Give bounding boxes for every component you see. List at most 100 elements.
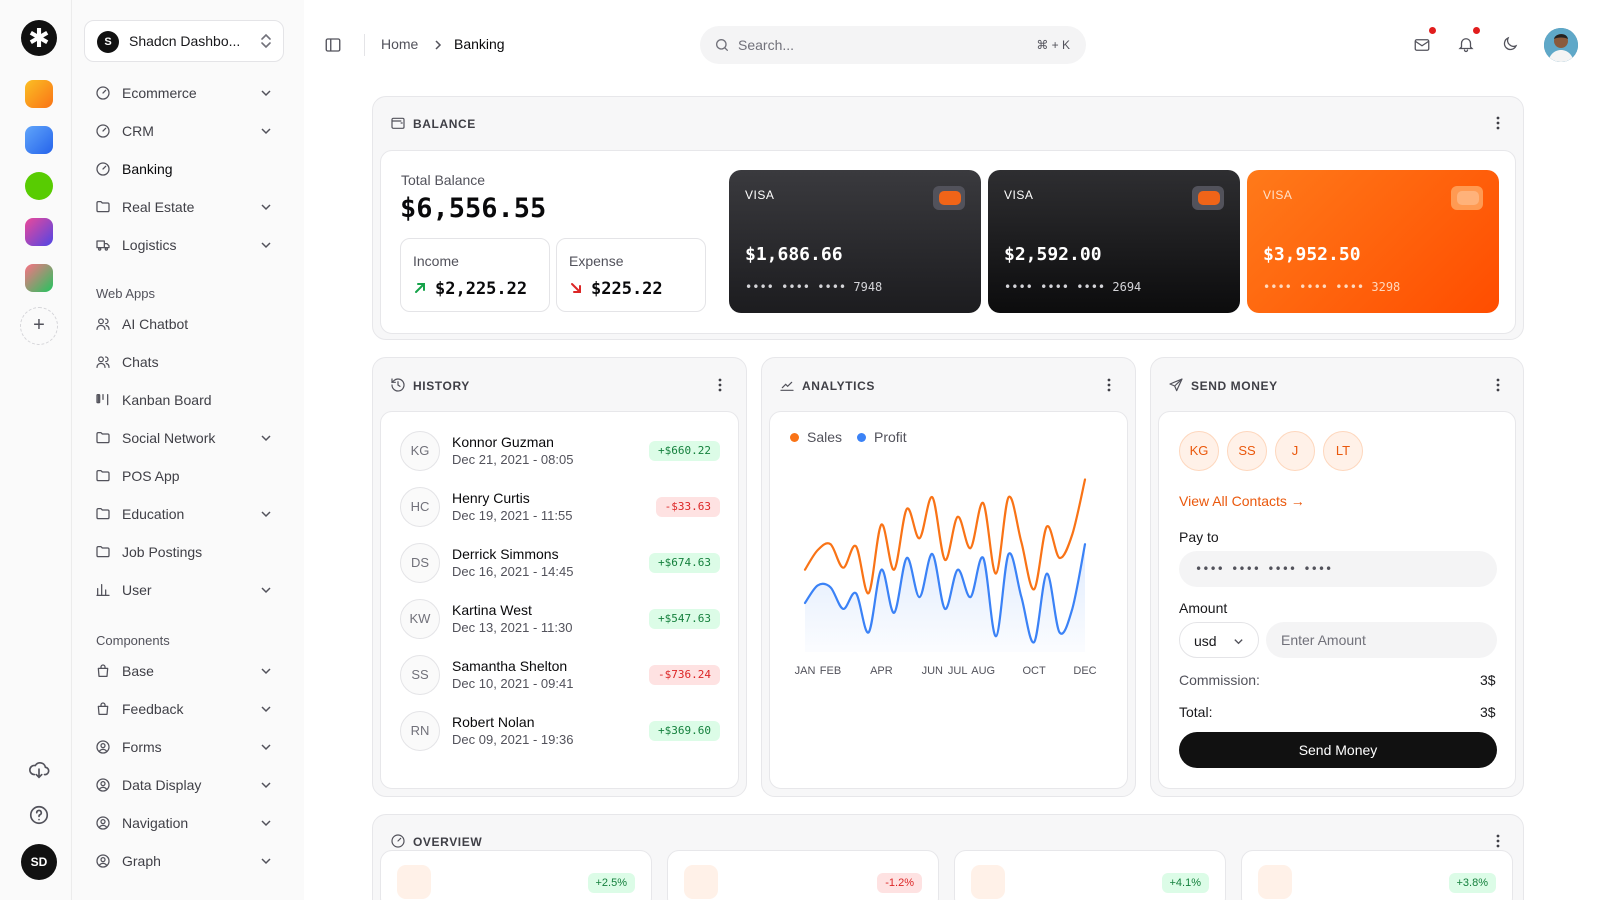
- history-row[interactable]: KW Kartina West Dec 13, 2021 - 11:30 +$547.…: [400, 599, 720, 647]
- contact-avatar-lt[interactable]: LT: [1323, 431, 1363, 471]
- sales-data-point[interactable]: [875, 519, 887, 531]
- sidebar-item-ai-chatbot[interactable]: AI Chatbot: [84, 307, 284, 341]
- sidebar-toggle-icon[interactable]: [324, 36, 342, 54]
- app-logo-icon[interactable]: ✱: [21, 20, 57, 56]
- overview-card-2[interactable]: -1.2%: [667, 850, 939, 900]
- sales-data-point[interactable]: [977, 497, 989, 509]
- add-app-button[interactable]: +: [20, 307, 58, 345]
- sidebar-item-graph[interactable]: Graph: [84, 844, 284, 878]
- profit-data-point[interactable]: [1054, 626, 1066, 638]
- search-input[interactable]: Search... ⌘ + K: [700, 26, 1086, 64]
- amount-input[interactable]: Enter Amount: [1266, 622, 1497, 658]
- view-all-contacts-link[interactable]: View All Contacts →: [1179, 493, 1305, 509]
- user-avatar[interactable]: SD: [21, 844, 57, 880]
- history-more-icon[interactable]: [712, 377, 728, 393]
- sales-data-point[interactable]: [965, 542, 977, 554]
- contact-avatar-j[interactable]: J: [1275, 431, 1315, 471]
- sales-data-point[interactable]: [1028, 583, 1040, 595]
- profit-data-point[interactable]: [850, 587, 862, 599]
- sidebar-item-feedback[interactable]: Feedback: [84, 692, 284, 726]
- sidebar-item-banking[interactable]: Banking: [84, 152, 284, 186]
- sales-data-point[interactable]: [901, 503, 913, 515]
- profit-data-point[interactable]: [825, 581, 837, 593]
- app-switch-purple-icon[interactable]: [25, 218, 53, 246]
- help-circle-icon[interactable]: [28, 804, 50, 826]
- sales-data-point[interactable]: [825, 538, 837, 550]
- pay-to-field[interactable]: •••• •••• •••• ••••: [1179, 551, 1497, 587]
- sales-data-point[interactable]: [990, 568, 1002, 580]
- sales-data-point[interactable]: [799, 564, 811, 576]
- sales-data-point[interactable]: [863, 587, 875, 599]
- profit-data-point[interactable]: [990, 630, 1002, 642]
- history-row[interactable]: DS Derrick Simmons Dec 16, 2021 - 14:45 +$6…: [400, 543, 720, 591]
- profit-data-point[interactable]: [1003, 548, 1015, 560]
- visa-card-1[interactable]: VISA $1,686.66 •••• •••• •••• 7948: [729, 170, 981, 313]
- team-switcher[interactable]: S Shadcn Dashbo...: [84, 20, 284, 62]
- visa-card-3[interactable]: VISA $3,952.50 •••• •••• •••• 3298: [1247, 170, 1499, 313]
- app-switch-mountain-icon[interactable]: [25, 264, 53, 292]
- profit-data-point[interactable]: [952, 564, 964, 576]
- sales-data-point[interactable]: [888, 564, 900, 576]
- overview-card-3[interactable]: +4.1%: [954, 850, 1226, 900]
- profit-data-point[interactable]: [799, 597, 811, 609]
- sales-data-point[interactable]: [1003, 491, 1015, 503]
- history-row[interactable]: KG Konnor Guzman Dec 21, 2021 - 08:05 +$660…: [400, 431, 720, 479]
- profit-data-point[interactable]: [965, 591, 977, 603]
- profit-data-point[interactable]: [837, 603, 849, 615]
- profit-data-point[interactable]: [863, 626, 875, 638]
- sales-data-point[interactable]: [837, 562, 849, 574]
- overview-card-1[interactable]: +2.5%: [380, 850, 652, 900]
- history-row[interactable]: RN Robert Nolan Dec 09, 2021 - 19:36 +$369.…: [400, 711, 720, 759]
- sales-data-point[interactable]: [914, 532, 926, 544]
- contact-avatar-ss[interactable]: SS: [1227, 431, 1267, 471]
- contact-avatar-kg[interactable]: KG: [1179, 431, 1219, 471]
- currency-select[interactable]: usd: [1179, 622, 1259, 658]
- sidebar-item-ecommerce[interactable]: Ecommerce: [84, 76, 284, 110]
- sidebar-item-kanban-board[interactable]: Kanban Board: [84, 383, 284, 417]
- profit-data-point[interactable]: [1015, 591, 1027, 603]
- sales-data-point[interactable]: [850, 540, 862, 552]
- profit-data-point[interactable]: [977, 552, 989, 564]
- sidebar-item-data-display[interactable]: Data Display: [84, 768, 284, 802]
- sidebar-item-forms[interactable]: Forms: [84, 730, 284, 764]
- profit-data-point[interactable]: [888, 607, 900, 619]
- sales-data-point[interactable]: [1015, 536, 1027, 548]
- sidebar-item-job-postings[interactable]: Job Postings: [84, 535, 284, 569]
- profit-data-point[interactable]: [875, 564, 887, 576]
- sidebar-item-base[interactable]: Base: [84, 654, 284, 688]
- history-row[interactable]: HC Henry Curtis Dec 19, 2021 - 11:55 -$33.6…: [400, 487, 720, 535]
- profit-data-point[interactable]: [901, 552, 913, 564]
- bell-icon[interactable]: [1457, 35, 1475, 53]
- profit-data-point[interactable]: [1066, 603, 1078, 615]
- app-switch-green-icon[interactable]: [25, 172, 53, 200]
- sidebar-item-logistics[interactable]: Logistics: [84, 228, 284, 262]
- analytics-more-icon[interactable]: [1101, 377, 1117, 393]
- sidebar-item-real-estate[interactable]: Real Estate: [84, 190, 284, 224]
- sidebar-item-user[interactable]: User: [84, 573, 284, 607]
- breadcrumb-home[interactable]: Home: [381, 36, 418, 52]
- sales-data-point[interactable]: [952, 511, 964, 523]
- sidebar-item-social-network[interactable]: Social Network: [84, 421, 284, 455]
- app-switch-blue-icon[interactable]: [25, 126, 53, 154]
- sidebar-item-crm[interactable]: CRM: [84, 114, 284, 148]
- visa-card-2[interactable]: VISA $2,592.00 •••• •••• •••• 2694: [988, 170, 1240, 313]
- sales-data-point[interactable]: [926, 491, 938, 503]
- sidebar-item-chats[interactable]: Chats: [84, 345, 284, 379]
- overview-more-icon[interactable]: [1490, 833, 1506, 849]
- history-row[interactable]: SS Samantha Shelton Dec 10, 2021 - 09:41 -$…: [400, 655, 720, 703]
- user-profile-avatar[interactable]: [1544, 28, 1578, 62]
- balance-more-icon[interactable]: [1490, 115, 1506, 131]
- profit-data-point[interactable]: [914, 591, 926, 603]
- send-money-more-icon[interactable]: [1490, 377, 1506, 393]
- sidebar-item-navigation[interactable]: Navigation: [84, 806, 284, 840]
- sales-data-point[interactable]: [812, 544, 824, 556]
- sales-data-point[interactable]: [1079, 474, 1091, 486]
- overview-card-4[interactable]: +3.8%: [1241, 850, 1513, 900]
- profit-data-point[interactable]: [812, 579, 824, 591]
- sales-data-point[interactable]: [1066, 528, 1078, 540]
- profit-data-point[interactable]: [939, 603, 951, 615]
- mail-icon[interactable]: [1413, 36, 1431, 54]
- sidebar-item-education[interactable]: Education: [84, 497, 284, 531]
- profit-data-point[interactable]: [1041, 568, 1053, 580]
- app-switch-orange-icon[interactable]: [25, 80, 53, 108]
